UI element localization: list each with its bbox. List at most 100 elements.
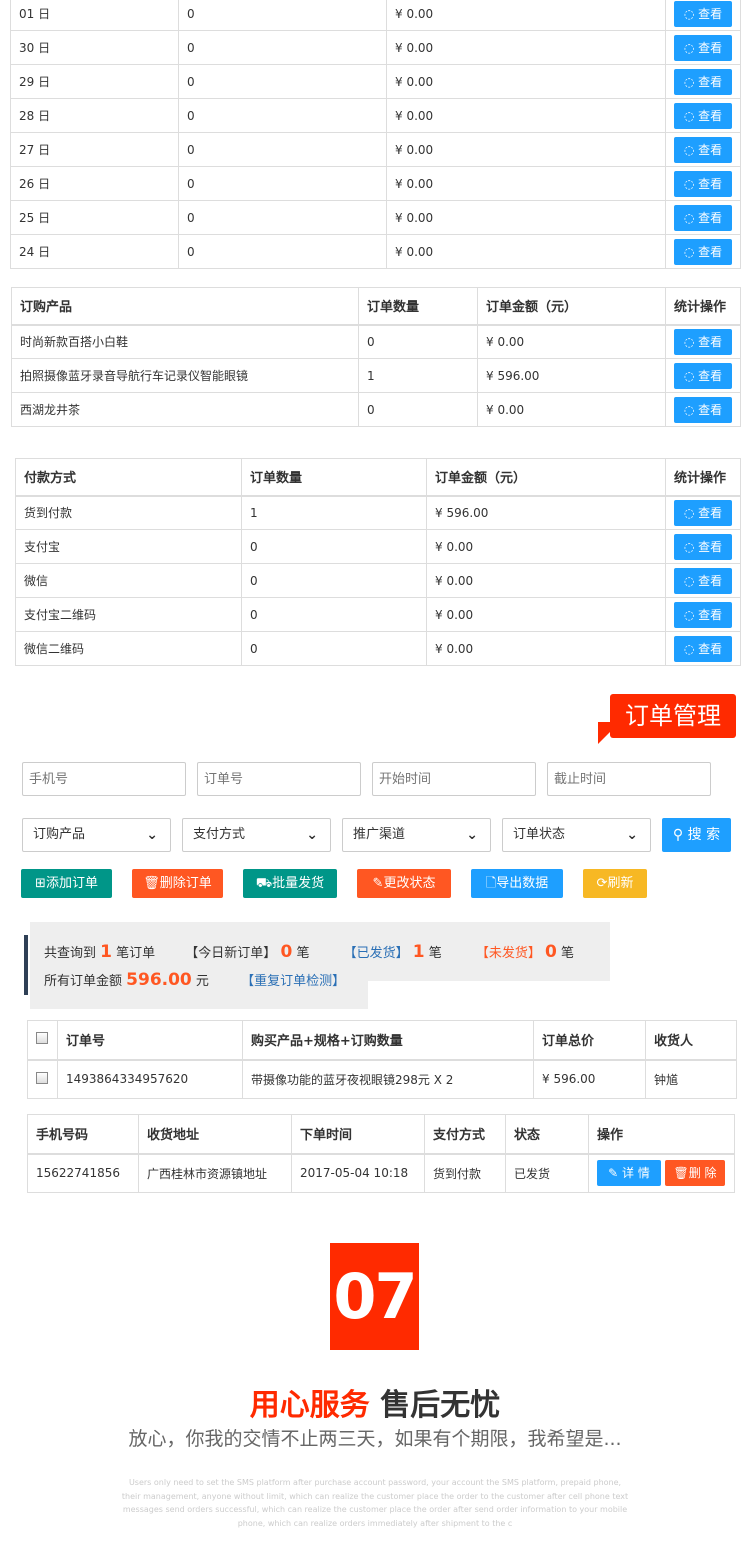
toolbar-button-2[interactable]: 🗑删除订单 (132, 869, 223, 898)
view-button[interactable]: ◌ 查看 (674, 34, 732, 61)
label: 所有订单金额 (44, 974, 123, 989)
select-all-cell (27, 1020, 58, 1061)
select-value: 推广渠道 (353, 827, 406, 842)
label: 共查询到 (44, 946, 97, 961)
circle-icon: ◌ (683, 505, 699, 520)
action-cell: ◌ 查看 (665, 563, 741, 598)
table-cell: ¥ 0.00 (386, 166, 666, 201)
column-header: 手机号码 (27, 1114, 139, 1155)
table-row: 拍照摄像蓝牙录音导航行车记录仪智能眼镜 1 ¥ 596.00 ◌ 查看 (11, 358, 741, 393)
table-cell: 支付宝 (15, 529, 242, 564)
row-checkbox[interactable] (36, 1071, 48, 1084)
product-stats-table: 订购产品 订单数量 订单金额（元） 统计操作 时尚新款百搭小白鞋 0 ¥ 0.00 ◌ 查看拍… (11, 287, 741, 427)
payment-stats-table: 付款方式 订单数量 订单金额（元） 统计操作 货到付款 1 ¥ 596.00 ◌ 查看 支付宝 0… (15, 458, 741, 666)
payment-select[interactable]: 支付方式 ⌄ (182, 818, 331, 852)
order-number-input[interactable] (197, 762, 361, 796)
view-button[interactable]: ◌ 查看 (674, 68, 732, 95)
view-label: 查看 (698, 210, 723, 225)
view-label: 查看 (698, 607, 723, 622)
circle-icon: ◌ (683, 402, 699, 417)
view-label: 查看 (698, 244, 723, 259)
row-select-cell (27, 1059, 58, 1099)
toolbar-button-4[interactable]: ✎更改状态 (357, 869, 451, 898)
view-button[interactable]: ◌ 查看 (674, 396, 732, 423)
label: 元 (195, 974, 209, 989)
daily-stats-table: 01 日 0 ¥ 0.00 ◌ 查看 30 日 0 ¥ 0.00 ◌ 查看 29 日 0 ¥ 0.0… (10, 0, 741, 269)
table-cell: 0 (178, 200, 387, 235)
table-cell: ¥ 596.00 (533, 1059, 646, 1099)
table-row: 30 日 0 ¥ 0.00 ◌ 查看 (10, 30, 741, 65)
status-select[interactable]: 订单状态 ⌄ (502, 818, 651, 852)
end-time-input[interactable] (547, 762, 711, 796)
shipped-link[interactable]: 【已发货】 (344, 946, 409, 961)
view-button[interactable]: ◌ 查看 (674, 601, 732, 628)
select-value: 订单状态 (513, 827, 566, 842)
view-button[interactable]: ◌ 查看 (674, 136, 732, 163)
table-row: 货到付款 1 ¥ 596.00 ◌ 查看 (15, 495, 741, 530)
view-button[interactable]: ◌ 查看 (674, 499, 732, 526)
circle-icon: ◌ (683, 142, 699, 157)
view-button[interactable]: ◌ 查看 (674, 170, 732, 197)
view-button[interactable]: ◌ 查看 (674, 0, 732, 27)
view-button[interactable]: ◌ 查看 (674, 362, 732, 389)
start-time-input[interactable] (372, 762, 536, 796)
table-row: 支付宝二维码 0 ¥ 0.00 ◌ 查看 (15, 597, 741, 632)
search-button[interactable]: ⚲ 搜 索 (662, 818, 731, 852)
duplicate-check-link[interactable]: 【重复订单检测】 (241, 974, 345, 989)
toolbar-button-1[interactable]: ⊞添加订单 (21, 869, 112, 898)
table-cell: 26 日 (10, 166, 179, 201)
select-all-checkbox[interactable] (36, 1031, 48, 1044)
product-select[interactable]: 订购产品 ⌄ (22, 818, 171, 852)
toolbar-label: 导出数据 (496, 876, 549, 891)
view-button[interactable]: ◌ 查看 (674, 102, 732, 129)
column-header: 操作 (588, 1114, 735, 1155)
detail-label: 详 情 (622, 1166, 650, 1181)
search-label: 搜 索 (687, 827, 721, 843)
view-label: 查看 (698, 40, 723, 55)
circle-icon: ◌ (683, 244, 699, 259)
edit-icon: ✎ (608, 1166, 623, 1181)
detail-button[interactable]: ✎ 详 情 (597, 1160, 661, 1187)
toolbar-button-6[interactable]: ⟳刷新 (583, 869, 647, 898)
delete-button[interactable]: 🗑删 除 (665, 1160, 725, 1187)
view-button[interactable]: ◌ 查看 (674, 204, 732, 231)
channel-select[interactable]: 推广渠道 ⌄ (342, 818, 491, 852)
toolbar-button-3[interactable]: ⛟批量发货 (243, 869, 337, 898)
toolbar-button-5[interactable]: 🗋导出数据 (471, 869, 563, 898)
table-cell: ¥ 0.00 (386, 0, 666, 31)
section-badge: 订单管理 (610, 694, 736, 738)
table-cell: 01 日 (10, 0, 179, 31)
toolbar-label: 删除订单 (159, 876, 212, 891)
query-count: 1 (100, 942, 112, 962)
promo-title: 用心服务 售后无忧 (0, 1380, 750, 1424)
view-button[interactable]: ◌ 查看 (674, 635, 732, 662)
view-label: 查看 (698, 108, 723, 123)
column-header: 订单金额（元） (426, 458, 666, 497)
circle-icon: ◌ (683, 6, 699, 21)
chevron-down-icon: ⌄ (306, 827, 318, 843)
view-button[interactable]: ◌ 查看 (674, 328, 732, 355)
circle-icon: ◌ (683, 641, 699, 656)
phone-input[interactable] (22, 762, 186, 796)
table-cell: 0 (241, 631, 427, 666)
circle-icon: ◌ (683, 210, 699, 225)
promo-subtitle: 放心，你我的交情不止两三天，如果有个期限，我希望是... (128, 1428, 622, 1450)
table-cell: 15622741856 (27, 1153, 139, 1193)
view-button[interactable]: ◌ 查看 (674, 533, 732, 560)
table-cell: 1 (241, 495, 427, 530)
table-cell: 2017-05-04 10:18 (291, 1153, 425, 1193)
table-cell: 时尚新款百搭小白鞋 (11, 324, 359, 359)
table-cell: ¥ 0.00 (386, 200, 666, 235)
column-header: 订单金额（元） (477, 287, 666, 326)
table-cell: 0 (178, 234, 387, 269)
summary-accent-bar (24, 935, 28, 995)
table-cell: ¥ 0.00 (386, 132, 666, 167)
column-header: 统计操作 (665, 287, 741, 326)
view-button[interactable]: ◌ 查看 (674, 238, 732, 265)
unshipped-link[interactable]: 【未发货】 (476, 946, 541, 961)
toolbar-label: 更改状态 (383, 876, 436, 891)
chevron-down-icon: ⌄ (146, 827, 158, 843)
view-button[interactable]: ◌ 查看 (674, 567, 732, 594)
circle-icon: ◌ (683, 334, 699, 349)
circle-icon: ◌ (683, 368, 699, 383)
